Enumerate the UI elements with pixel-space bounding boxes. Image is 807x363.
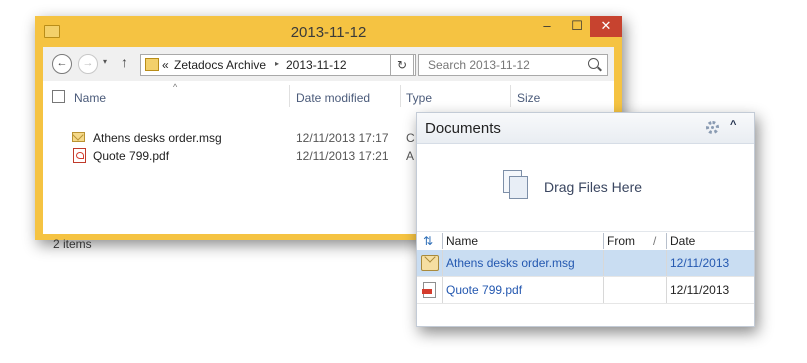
maximize-button[interactable]: ☐ (562, 16, 592, 37)
file-type: A (406, 149, 415, 163)
file-name[interactable]: Athens desks order.msg (93, 131, 222, 145)
documents-panel: Documents ^ Drag Files Here ⇅ Name From … (416, 112, 755, 327)
documents-icon (503, 170, 528, 199)
select-all-checkbox[interactable] (52, 90, 65, 103)
column-type[interactable]: Type (406, 91, 432, 105)
column-divider[interactable] (442, 233, 443, 249)
column-divider[interactable] (666, 233, 667, 249)
file-name[interactable]: Quote 799.pdf (93, 149, 169, 163)
search-icon[interactable] (588, 58, 599, 69)
status-bar: 2 items (53, 237, 92, 251)
file-date-modified: 12/11/2013 17:21 (296, 149, 389, 163)
column-date[interactable]: Date (670, 234, 695, 248)
column-date-modified[interactable]: Date modified (296, 91, 370, 105)
search-box[interactable]: Search 2013-11-12 (418, 54, 608, 76)
minimize-button[interactable]: – (532, 16, 562, 37)
drop-zone[interactable]: Drag Files Here (417, 143, 754, 231)
navigation-bar: ← → ▾ ↑ « Zetadocs Archive ▸ 2013-11-12 … (43, 47, 614, 81)
sort-indicator: / (653, 234, 657, 248)
column-size[interactable]: Size (517, 91, 540, 105)
pdf-icon (73, 148, 86, 163)
search-input[interactable]: Search 2013-11-12 (428, 58, 530, 72)
column-name[interactable]: Name (446, 234, 478, 248)
column-from[interactable]: From (607, 234, 635, 248)
document-name-link[interactable]: Athens desks order.msg (446, 256, 575, 270)
drop-zone-label: Drag Files Here (544, 179, 643, 195)
envelope-icon (72, 132, 85, 142)
file-type: C (406, 131, 415, 145)
title-bar[interactable]: 2013-11-12 – ☐ ✕ (35, 16, 622, 47)
breadcrumb-overflow[interactable]: « (162, 58, 169, 72)
recent-locations-dropdown[interactable]: ▾ (103, 57, 107, 66)
sync-icon[interactable]: ⇅ (423, 234, 433, 248)
documents-title: Documents (425, 120, 501, 137)
documents-header: Documents ^ (417, 113, 754, 144)
collapse-button[interactable]: ^ (730, 119, 736, 131)
column-divider[interactable] (289, 85, 290, 107)
address-bar[interactable]: « Zetadocs Archive ▸ 2013-11-12 ∨ (140, 54, 416, 76)
up-button[interactable]: ↑ (121, 54, 128, 70)
document-date: 12/11/2013 (670, 283, 730, 297)
breadcrumb-zetadocs-archive[interactable]: Zetadocs Archive (174, 58, 266, 72)
column-divider[interactable] (603, 233, 604, 249)
column-headers: ^ Name Date modified Type Size (43, 81, 614, 107)
document-date: 12/11/2013 (670, 256, 730, 270)
column-name[interactable]: Name (74, 91, 106, 105)
back-button[interactable]: ← (52, 54, 72, 74)
refresh-button[interactable]: ↻ (390, 54, 414, 76)
column-divider[interactable] (400, 85, 401, 107)
file-date-modified: 12/11/2013 17:17 (296, 131, 389, 145)
gear-icon[interactable] (706, 121, 719, 134)
document-row[interactable]: Quote 799.pdf 12/11/2013 (417, 277, 754, 304)
sort-indicator: ^ (173, 82, 178, 92)
documents-column-headers: ⇅ Name From / Date (417, 231, 754, 251)
forward-button[interactable]: → (78, 54, 98, 74)
message-icon (421, 255, 439, 271)
breadcrumb-separator[interactable]: ▸ (275, 59, 279, 68)
breadcrumb-current-folder[interactable]: 2013-11-12 (286, 58, 347, 72)
close-button[interactable]: ✕ (590, 16, 622, 37)
folder-icon (145, 58, 159, 71)
pdf-icon (422, 282, 436, 298)
column-divider[interactable] (510, 85, 511, 107)
document-name-link[interactable]: Quote 799.pdf (446, 283, 522, 297)
document-row[interactable]: Athens desks order.msg 12/11/2013 (417, 250, 754, 277)
